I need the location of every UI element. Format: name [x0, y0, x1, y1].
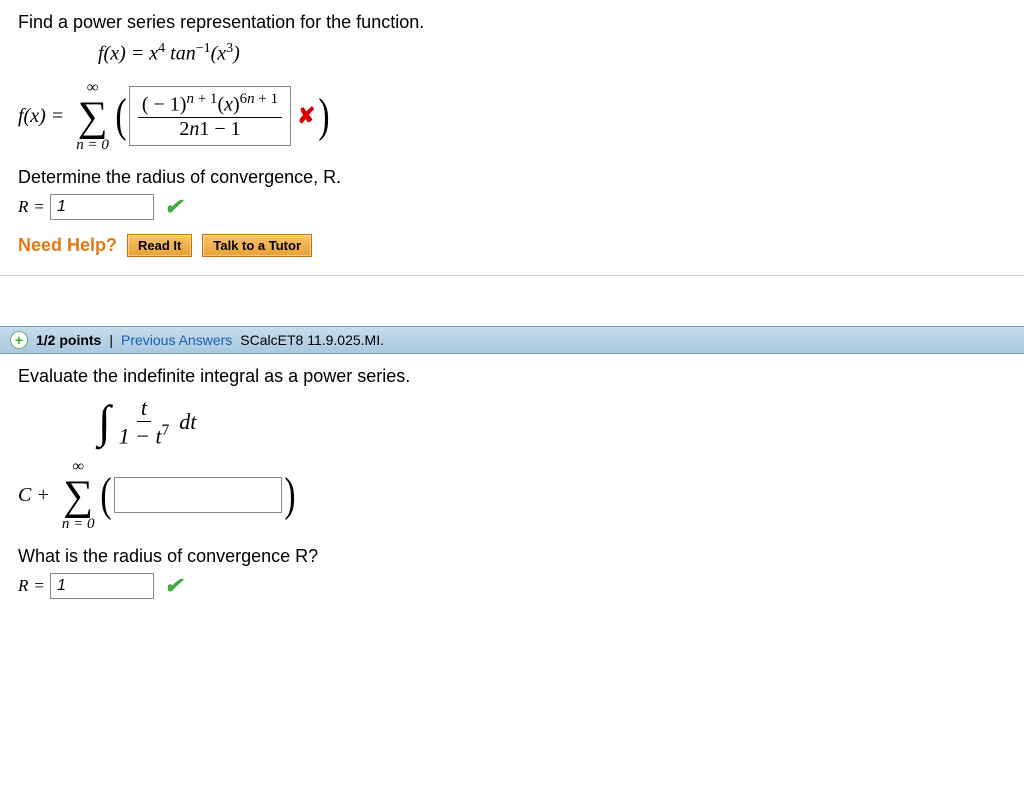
q2-series-input[interactable]: [114, 477, 282, 513]
left-paren: (: [115, 92, 126, 140]
q1-subprompt: Determine the radius of convergence, R.: [18, 167, 1006, 188]
correct-icon: ✔: [164, 573, 182, 599]
read-it-button[interactable]: Read It: [127, 234, 192, 257]
incorrect-icon: ✘: [297, 103, 315, 129]
q1-series-answer-row: f(x) = ∞ ∑ n = 0 ( ( − 1)n + 1(x)6n + 1 …: [18, 80, 1006, 153]
sigma-icon: ∞ ∑ n = 0: [76, 80, 109, 153]
q2-prompt: Evaluate the indefinite integral as a po…: [18, 366, 1006, 387]
question-1: Find a power series representation for t…: [0, 0, 1024, 276]
r-label: R: [18, 576, 28, 596]
integral-icon: ∫: [98, 395, 111, 448]
q2-integral: ∫ t 1 − t7 dt: [98, 395, 1006, 449]
right-paren: ): [285, 471, 296, 519]
q1-prompt: Find a power series representation for t…: [18, 12, 1006, 33]
q2-subprompt: What is the radius of convergence R?: [18, 546, 1006, 567]
q1-r-input[interactable]: 1: [50, 194, 154, 220]
r-label: R: [18, 197, 28, 217]
need-help-label: Need Help?: [18, 235, 117, 256]
q2-series-answer-row: C + ∞ ∑ n = 0 ( ): [18, 459, 1006, 532]
right-paren: ): [318, 92, 329, 140]
question-reference: SCalcET8 11.9.025.MI.: [240, 332, 384, 348]
talk-to-tutor-button[interactable]: Talk to a Tutor: [202, 234, 312, 257]
points-label: 1/2 points: [36, 332, 101, 348]
question-2: Evaluate the indefinite integral as a po…: [0, 354, 1024, 617]
question-2-header: + 1/2 points | Previous Answers SCalcET8…: [0, 326, 1024, 354]
fx-label: f(x) =: [18, 105, 64, 128]
sigma-icon: ∞ ∑ n = 0: [62, 459, 95, 532]
correct-icon: ✔: [164, 194, 182, 220]
previous-answers-link[interactable]: Previous Answers: [121, 332, 232, 348]
q1-series-input[interactable]: ( − 1)n + 1(x)6n + 1 2n1 − 1: [129, 86, 291, 146]
need-help-row: Need Help? Read It Talk to a Tutor: [18, 234, 1006, 257]
c-plus-label: C +: [18, 484, 50, 507]
q2-r-row: R = 1 ✔: [18, 573, 1006, 599]
q1-function: f(x) = x4 tan−1(x3): [98, 41, 1006, 66]
q1-r-row: R = 1 ✔: [18, 194, 1006, 220]
q2-r-input[interactable]: 1: [50, 573, 154, 599]
expand-icon[interactable]: +: [10, 331, 28, 349]
left-paren: (: [101, 471, 112, 519]
